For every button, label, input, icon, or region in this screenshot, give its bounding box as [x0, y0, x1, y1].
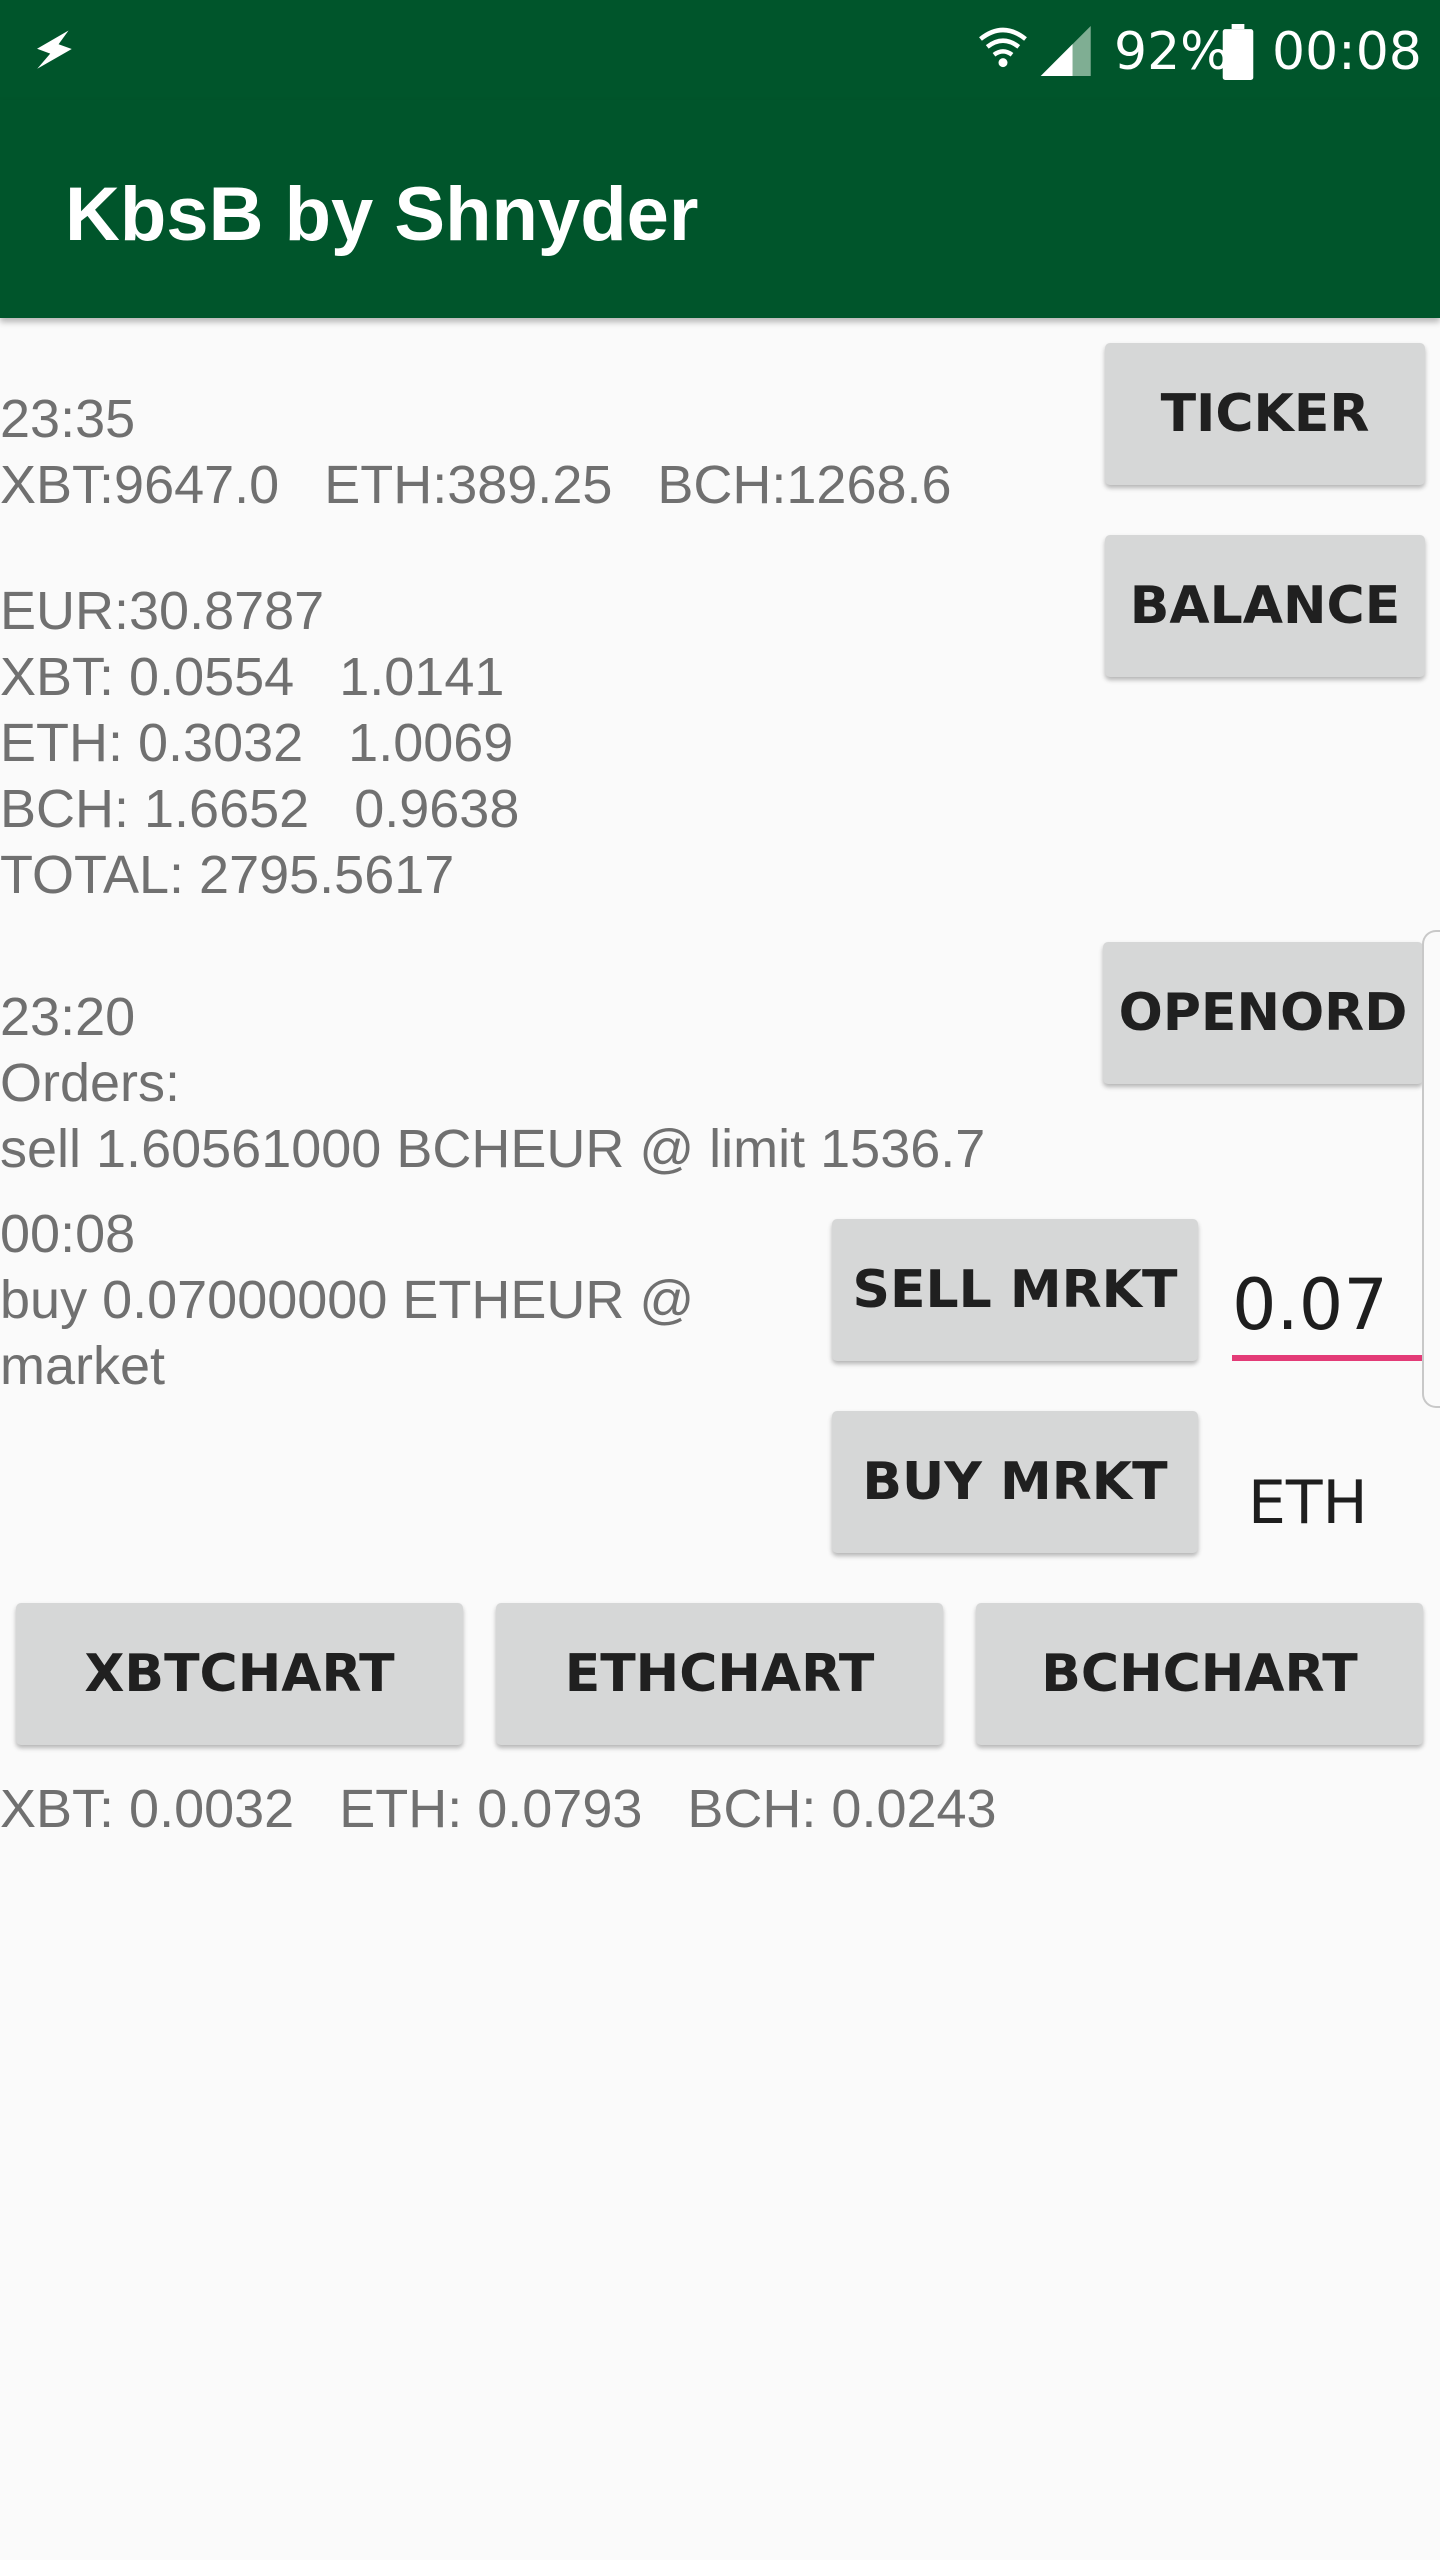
- status-bar: 92% 00:08: [0, 0, 1440, 100]
- ethchart-button[interactable]: ETHCHART: [496, 1603, 943, 1745]
- app-bar: KbsB by Shnyder: [0, 100, 1440, 318]
- ticker-time: 23:35: [0, 389, 136, 449]
- last-trade-time: 00:08: [0, 1204, 136, 1264]
- buy-market-button[interactable]: BUY MRKT: [832, 1411, 1198, 1553]
- battery-percent: 92%: [1114, 22, 1230, 82]
- holdings-summary: XBT: 0.0032 ETH: 0.0793 BCH: 0.0243: [0, 1779, 997, 1839]
- flash-icon: [26, 22, 82, 83]
- balance-button[interactable]: BALANCE: [1105, 535, 1425, 677]
- bchchart-button[interactable]: BCHCHART: [976, 1603, 1423, 1745]
- orders-time: 23:20: [0, 987, 136, 1047]
- quantity-unit: ETH: [1248, 1468, 1368, 1538]
- xbtchart-button[interactable]: XBTCHART: [16, 1603, 463, 1745]
- balance-eth: ETH: 0.3032 1.0069: [0, 713, 514, 773]
- clock: 00:08: [1272, 22, 1422, 82]
- ticker-prices: XBT:9647.0 ETH:389.25 BCH:1268.6: [0, 455, 952, 515]
- openord-button[interactable]: OPENORD: [1103, 942, 1423, 1084]
- open-order-line: sell 1.60561000 BCHEUR @ limit 1536.7: [0, 1119, 986, 1179]
- balance-bch: BCH: 1.6652 0.9638: [0, 779, 520, 839]
- wifi-icon: [976, 20, 1030, 81]
- orders-label: Orders:: [0, 1053, 181, 1113]
- sell-market-button[interactable]: SELL MRKT: [832, 1219, 1198, 1361]
- app-title: KbsB by Shnyder: [65, 172, 699, 257]
- balance-xbt: XBT: 0.0554 1.0141: [0, 647, 505, 707]
- balance-eur: EUR:30.8787: [0, 581, 325, 641]
- edge-panel-handle[interactable]: [1422, 930, 1440, 1408]
- quantity-input[interactable]: [1232, 1255, 1422, 1361]
- signal-icon: [1040, 26, 1096, 81]
- balance-total: TOTAL: 2795.5617: [0, 845, 455, 905]
- last-trade-line2: market: [0, 1336, 166, 1396]
- ticker-button[interactable]: TICKER: [1105, 343, 1425, 485]
- last-trade-line1: buy 0.07000000 ETHEUR @: [0, 1270, 695, 1330]
- battery-icon: [1222, 24, 1254, 85]
